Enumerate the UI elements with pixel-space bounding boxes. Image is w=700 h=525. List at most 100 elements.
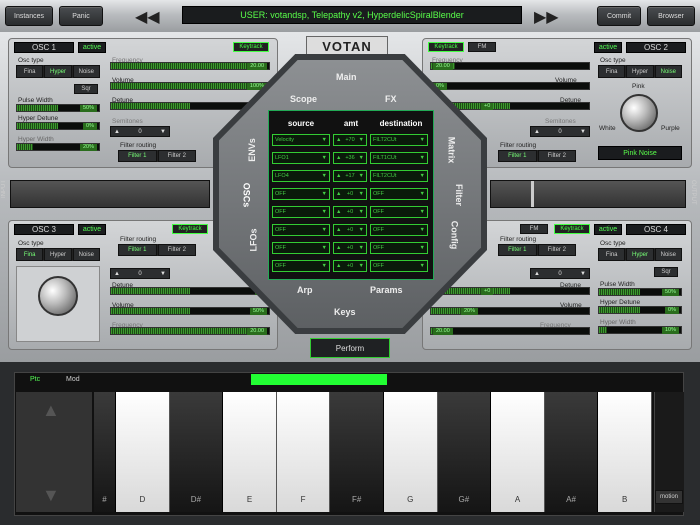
osc3-waveform-knob[interactable] bbox=[38, 276, 78, 316]
tab-fx[interactable]: FX bbox=[385, 94, 397, 104]
osc3-type-selector[interactable]: Fina Hyper Noise bbox=[16, 248, 100, 261]
matrix-amount-select[interactable]: ▲ +0 ▼ bbox=[333, 206, 367, 218]
osc3-filter-routing[interactable]: Filter 1 Filter 2 bbox=[118, 244, 196, 256]
piano-key[interactable]: G# bbox=[437, 392, 492, 512]
osc4-filter1-button[interactable]: Filter 1 bbox=[498, 244, 537, 256]
osc4-active-toggle[interactable]: active bbox=[594, 224, 622, 235]
osc4-type-noise[interactable]: Noise bbox=[654, 248, 682, 261]
matrix-source-select[interactable]: OFF ▼ bbox=[272, 206, 330, 218]
perform-button[interactable]: Perform bbox=[310, 338, 390, 358]
stepper-down-icon[interactable]: ▼ bbox=[160, 271, 166, 277]
osc2-fm-button[interactable]: FM bbox=[468, 42, 496, 52]
matrix-source-select[interactable]: OFF ▼ bbox=[272, 260, 330, 272]
osc3-volume-slider[interactable]: 50% bbox=[110, 307, 270, 315]
piano-key[interactable]: B bbox=[598, 392, 652, 512]
osc4-filter2-button[interactable]: Filter 2 bbox=[537, 244, 576, 256]
stepper-down-icon[interactable]: ▼ bbox=[580, 271, 586, 277]
osc2-type-fina[interactable]: Fina bbox=[598, 65, 626, 78]
matrix-destination-select[interactable]: FILT1CUt ▼ bbox=[370, 152, 428, 164]
tab-main[interactable]: Main bbox=[336, 72, 357, 82]
tab-scope[interactable]: Scope bbox=[290, 94, 317, 104]
pitch-button[interactable]: Ptc bbox=[30, 376, 40, 383]
piano-key[interactable]: # bbox=[94, 392, 117, 512]
matrix-source-select[interactable]: OFF ▼ bbox=[272, 188, 330, 200]
osc4-sqr-button[interactable]: Sqr bbox=[654, 267, 678, 277]
octave-up-icon[interactable]: ▲ bbox=[42, 400, 60, 421]
tab-params[interactable]: Params bbox=[370, 285, 403, 295]
matrix-destination-select[interactable]: OFF ▼ bbox=[370, 260, 428, 272]
osc4-hyper-detune-slider[interactable]: 0% bbox=[598, 306, 682, 314]
panic-button[interactable]: Panic bbox=[59, 6, 103, 26]
osc3-filter1-button[interactable]: Filter 1 bbox=[118, 244, 157, 256]
osc4-detune-slider[interactable]: +0 bbox=[430, 287, 590, 295]
osc2-type-hyper[interactable]: Hyper bbox=[626, 65, 654, 78]
preset-display[interactable]: USER: votandsp, Telepathy v2, Hyperdelic… bbox=[182, 6, 522, 24]
piano-key[interactable]: F# bbox=[330, 392, 384, 512]
tab-filter[interactable]: Filter bbox=[454, 184, 464, 206]
mod-button[interactable]: Mod bbox=[66, 376, 80, 383]
matrix-source-select[interactable]: LFO1 ▼ bbox=[272, 152, 330, 164]
osc1-sqr-button[interactable]: Sqr bbox=[74, 84, 98, 94]
osc2-semitones-stepper[interactable]: ▲ 0 ▼ bbox=[530, 126, 590, 137]
matrix-destination-select[interactable]: OFF ▼ bbox=[370, 206, 428, 218]
osc1-filter-routing[interactable]: Filter 1 Filter 2 bbox=[118, 150, 196, 162]
osc1-type-fina[interactable]: Fina bbox=[16, 65, 44, 78]
osc2-noise-color-knob[interactable] bbox=[620, 94, 658, 132]
osc4-frequency-slider[interactable]: 20.00 bbox=[430, 327, 590, 335]
osc2-type-selector[interactable]: Fina Hyper Noise bbox=[598, 65, 682, 78]
tab-arp[interactable]: Arp bbox=[297, 285, 313, 295]
osc1-filter2-button[interactable]: Filter 2 bbox=[157, 150, 196, 162]
matrix-source-select[interactable]: OFF ▼ bbox=[272, 242, 330, 254]
commit-button[interactable]: Commit bbox=[597, 6, 641, 26]
matrix-amount-select[interactable]: ▲ +17 ▼ bbox=[333, 170, 367, 182]
matrix-destination-select[interactable]: OFF ▼ bbox=[370, 242, 428, 254]
osc3-frequency-slider[interactable]: 20.00 bbox=[110, 327, 270, 335]
osc2-keytrack-toggle[interactable]: Keytrack bbox=[428, 42, 464, 52]
osc2-active-toggle[interactable]: active bbox=[594, 42, 622, 53]
octave-down-icon[interactable]: ▼ bbox=[42, 485, 60, 506]
piano-key[interactable]: G bbox=[384, 392, 438, 512]
osc1-hyper-detune-slider[interactable]: 0% bbox=[16, 122, 100, 130]
stepper-down-icon[interactable]: ▼ bbox=[580, 129, 586, 135]
osc2-type-noise[interactable]: Noise bbox=[654, 65, 682, 78]
matrix-source-select[interactable]: OFF ▼ bbox=[272, 224, 330, 236]
matrix-source-select[interactable]: Velocity ▼ bbox=[272, 134, 330, 146]
osc1-active-toggle[interactable]: active bbox=[78, 42, 106, 53]
matrix-amount-select[interactable]: ▲ +70 ▼ bbox=[333, 134, 367, 146]
osc4-keytrack-toggle[interactable]: Keytrack bbox=[554, 224, 590, 234]
tab-matrix[interactable]: Matrix bbox=[446, 137, 456, 164]
osc1-type-noise[interactable]: Noise bbox=[72, 65, 100, 78]
osc4-type-selector[interactable]: Fina Hyper Noise bbox=[598, 248, 682, 261]
stepper-up-icon[interactable]: ▲ bbox=[534, 271, 540, 277]
osc4-pulse-width-slider[interactable]: 50% bbox=[598, 288, 682, 296]
osc4-type-fina[interactable]: Fina bbox=[598, 248, 626, 261]
osc4-hyper-width-slider[interactable]: 10% bbox=[598, 326, 682, 334]
osc1-type-hyper[interactable]: Hyper bbox=[44, 65, 72, 78]
matrix-destination-select[interactable]: OFF ▼ bbox=[370, 224, 428, 236]
matrix-amount-select[interactable]: ▲ +0 ▼ bbox=[333, 260, 367, 272]
osc1-hyper-width-slider[interactable]: 20% bbox=[16, 143, 100, 151]
tab-lfos[interactable]: LFOs bbox=[249, 228, 259, 251]
stepper-up-icon[interactable]: ▲ bbox=[114, 129, 120, 135]
prev-preset-icon[interactable]: ◀◀ bbox=[135, 7, 160, 27]
osc1-frequency-slider[interactable]: 20.00 bbox=[110, 62, 270, 70]
keyboard-range-indicator[interactable] bbox=[251, 374, 387, 385]
osc2-filter1-button[interactable]: Filter 1 bbox=[498, 150, 537, 162]
piano-key[interactable]: A bbox=[491, 392, 545, 512]
tab-keys[interactable]: Keys bbox=[334, 307, 356, 317]
instances-button[interactable]: Instances bbox=[5, 6, 53, 26]
osc4-volume-slider[interactable]: 20% bbox=[430, 307, 590, 315]
osc3-detune-slider[interactable]: +0 bbox=[110, 287, 270, 295]
osc3-type-noise[interactable]: Noise bbox=[72, 248, 100, 261]
next-preset-icon[interactable]: ▶▶ bbox=[534, 7, 559, 27]
osc1-filter1-button[interactable]: Filter 1 bbox=[118, 150, 157, 162]
motion-button[interactable]: motion bbox=[655, 490, 683, 504]
matrix-source-select[interactable]: LFO4 ▼ bbox=[272, 170, 330, 182]
osc3-active-toggle[interactable]: active bbox=[78, 224, 106, 235]
osc1-semitones-stepper[interactable]: ▲ 0 ▼ bbox=[110, 126, 170, 137]
matrix-amount-select[interactable]: ▲ +0 ▼ bbox=[333, 224, 367, 236]
stepper-up-icon[interactable]: ▲ bbox=[534, 129, 540, 135]
browser-button[interactable]: Browser bbox=[647, 6, 695, 26]
osc4-semitones-stepper[interactable]: ▲ 0 ▼ bbox=[530, 268, 590, 279]
piano-key[interactable]: E bbox=[223, 392, 277, 512]
